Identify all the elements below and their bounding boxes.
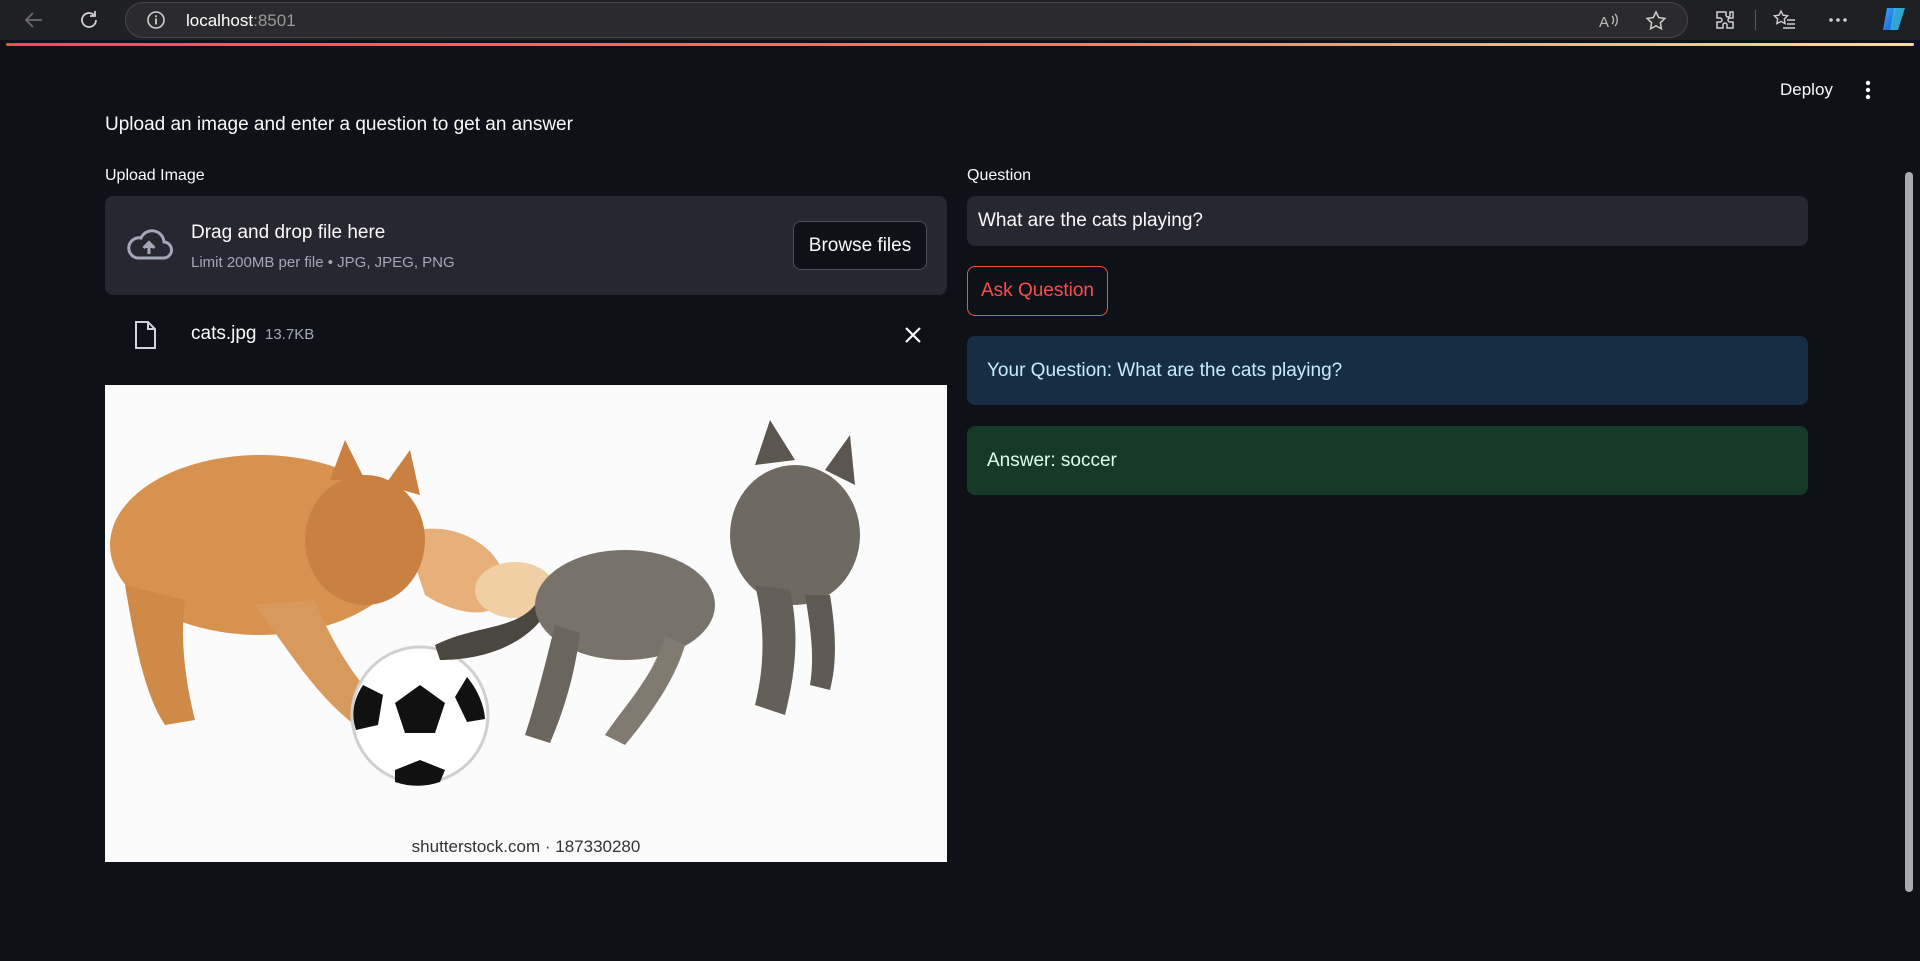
main-menu-icon[interactable] bbox=[1858, 78, 1878, 102]
file-icon bbox=[133, 320, 157, 350]
file-name: cats.jpg bbox=[191, 323, 257, 344]
file-size: 13.7KB bbox=[265, 326, 315, 343]
soccer-ball-illustration bbox=[350, 645, 490, 786]
browse-files-button[interactable]: Browse files bbox=[793, 221, 927, 270]
uploaded-file-row: cats.jpg 13.7KB bbox=[105, 310, 947, 360]
svg-text:A: A bbox=[1599, 14, 1609, 31]
dropzone-limits: Limit 200MB per file • JPG, JPEG, PNG bbox=[191, 254, 455, 271]
cloud-upload-icon bbox=[125, 226, 173, 262]
url-port: :8501 bbox=[253, 11, 296, 30]
deploy-button[interactable]: Deploy bbox=[1780, 80, 1833, 100]
browser-toolbar: localhost:8501 A bbox=[0, 0, 1920, 40]
question-echo-alert: Your Question: What are the cats playing… bbox=[967, 336, 1808, 405]
question-echo-text: Your Question: What are the cats playing… bbox=[987, 359, 1343, 381]
toolbar-divider bbox=[1755, 10, 1756, 30]
question-label: Question bbox=[967, 167, 1032, 184]
favorites-icon[interactable] bbox=[1772, 8, 1797, 32]
favorite-star-icon[interactable] bbox=[1645, 10, 1667, 32]
ask-question-button[interactable]: Ask Question bbox=[967, 266, 1108, 316]
intro-text: Upload an image and enter a question to … bbox=[105, 114, 573, 135]
extensions-icon[interactable] bbox=[1713, 8, 1737, 32]
answer-alert: Answer: soccer bbox=[967, 426, 1808, 495]
url-text[interactable]: localhost:8501 bbox=[186, 11, 296, 31]
uploaded-image-preview: shutterstock.com · 187330280 bbox=[105, 385, 947, 862]
read-aloud-icon[interactable]: A bbox=[1598, 10, 1620, 32]
site-info-icon[interactable] bbox=[146, 10, 166, 30]
image-watermark: shutterstock.com · 187330280 bbox=[411, 837, 641, 856]
file-dropzone[interactable]: Drag and drop file here Limit 200MB per … bbox=[105, 196, 947, 295]
dropzone-title: Drag and drop file here bbox=[191, 222, 386, 243]
reload-icon[interactable] bbox=[75, 6, 103, 34]
upload-label: Upload Image bbox=[105, 167, 205, 184]
address-bar[interactable]: localhost:8501 A bbox=[125, 2, 1688, 38]
back-icon[interactable] bbox=[20, 6, 48, 34]
more-options-icon[interactable] bbox=[1826, 8, 1850, 32]
question-input[interactable] bbox=[967, 196, 1808, 246]
cats-photo-illustration bbox=[105, 385, 947, 862]
copilot-icon[interactable] bbox=[1879, 4, 1909, 34]
answer-text: Answer: soccer bbox=[987, 449, 1117, 471]
remove-file-icon[interactable] bbox=[902, 324, 924, 346]
scrollbar[interactable] bbox=[1905, 172, 1913, 892]
url-host: localhost bbox=[186, 11, 254, 30]
